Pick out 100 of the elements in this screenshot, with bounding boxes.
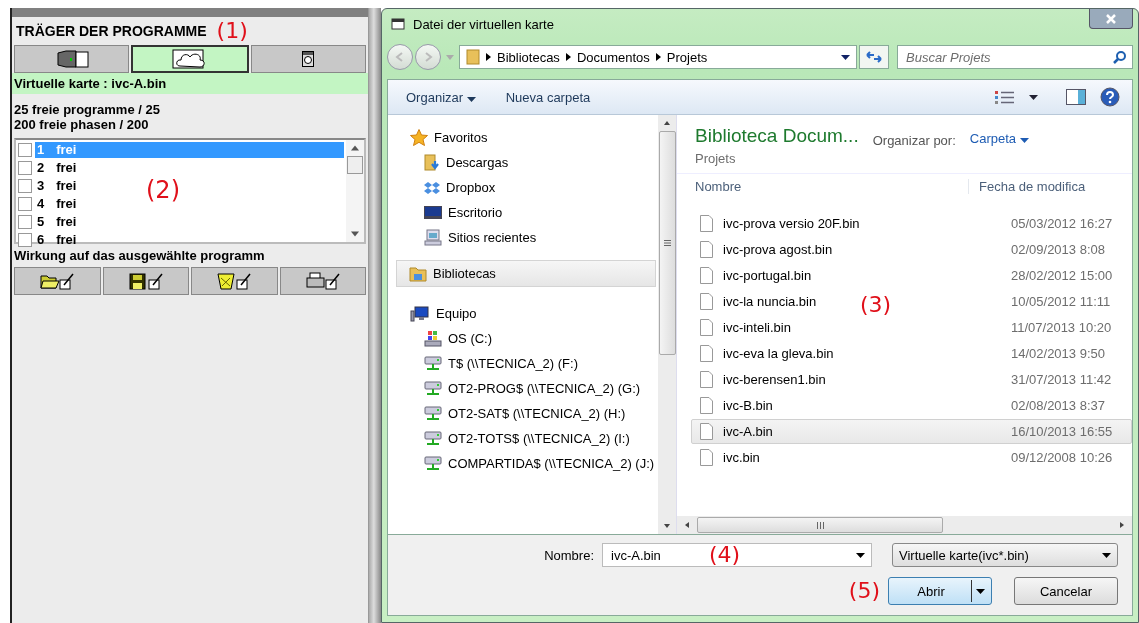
carrier-tab[interactable]: [14, 45, 130, 73]
scroll-thumb[interactable]: [347, 156, 363, 174]
dropdown-arrow-icon: [1102, 552, 1111, 558]
nav-item[interactable]: Descargas: [388, 150, 658, 175]
file-name[interactable]: ivc-prova versio 20F.bin: [723, 216, 860, 231]
file-name[interactable]: ivc.bin: [723, 450, 760, 465]
organize-menu-button[interactable]: Organizar: [398, 87, 484, 107]
program-item[interactable]: 3 frei: [35, 178, 79, 194]
network-drive-icon: [424, 430, 442, 447]
download-folder-icon: [424, 154, 440, 171]
breadcrumb-item[interactable]: Documentos: [576, 49, 650, 65]
program-item[interactable]: 6 frei: [35, 232, 79, 248]
close-icon: [1105, 13, 1117, 24]
nav-group-item[interactable]: Bibliotecas: [396, 260, 656, 287]
scrollbar[interactable]: [677, 516, 1132, 534]
save-program-button[interactable]: [102, 267, 189, 295]
file-icon: [700, 215, 713, 232]
file-date: 02/08/2013 8:37: [1011, 398, 1106, 413]
file-icon: [700, 423, 713, 440]
carrier-tab[interactable]: [250, 45, 366, 73]
file-name[interactable]: ivc-portugal.bin: [723, 268, 812, 283]
annotation-number: (5): [848, 580, 880, 602]
dropdown-arrow-icon: [856, 552, 865, 558]
file-name-field[interactable]: ivc-A.bin (4): [602, 543, 872, 567]
grip-icon: [816, 521, 824, 529]
nav-item[interactable]: Escritorio: [388, 200, 658, 225]
network-drive-icon: [424, 405, 442, 422]
refresh-button[interactable]: [859, 45, 889, 69]
file-icon: [700, 267, 713, 284]
file-type-dropdown[interactable]: Virtuelle karte(ivc*.bin): [892, 543, 1118, 567]
checkbox[interactable]: [18, 179, 32, 193]
file-icon: [700, 345, 713, 362]
washing-machine-icon: [302, 51, 315, 67]
library-subtitle: Projets: [695, 151, 737, 166]
file-name[interactable]: ivc-inteli.bin: [723, 320, 791, 335]
address-bar[interactable]: Bibliotecas Documentos Projets: [459, 45, 857, 69]
print-program-button[interactable]: [279, 267, 366, 295]
file-name[interactable]: ivc-prova agost.bin: [723, 242, 833, 257]
column-header[interactable]: Fecha de modifica: [969, 178, 1086, 194]
grip-icon: [663, 240, 671, 246]
checkbox[interactable]: [18, 161, 32, 175]
file-icon: [700, 449, 713, 466]
checkbox[interactable]: [18, 197, 32, 211]
open-program-button[interactable]: [14, 267, 101, 295]
file-name[interactable]: ivc-A.bin: [723, 424, 773, 439]
nav-group-item[interactable]: Favoritos: [388, 125, 658, 150]
delete-program-button[interactable]: [191, 267, 278, 295]
nav-item[interactable]: Dropbox: [388, 175, 658, 200]
program-item[interactable]: 5 frei: [35, 214, 79, 230]
new-folder-button[interactable]: Nueva carpeta: [497, 87, 599, 107]
nav-item[interactable]: OT2-SAT$ (\\TECNICA_2) (H:): [388, 401, 658, 426]
panel-title: TRÄGER DER PROGRAMME: [16, 23, 207, 39]
search-field[interactable]: Buscar Projets: [897, 45, 1133, 69]
dropdown-arrow-icon[interactable]: [1029, 94, 1038, 100]
nav-item[interactable]: COMPARTIDA$ (\\TECNICA_2) (J:): [388, 451, 658, 476]
file-name[interactable]: ivc-eva la gleva.bin: [723, 346, 834, 361]
file-name[interactable]: ivc-B.bin: [723, 398, 773, 413]
file-date: 10/05/2012 11:11: [1011, 294, 1112, 309]
nav-item[interactable]: OT2-PROG$ (\\TECNICA_2) (G:): [388, 376, 658, 401]
view-list-icon[interactable]: [995, 90, 1015, 104]
breadcrumb-item[interactable]: Projets: [666, 49, 708, 65]
checkbox[interactable]: [18, 233, 32, 247]
checkbox[interactable]: [18, 143, 32, 157]
program-item[interactable]: 4 frei: [35, 196, 79, 212]
scrollbar[interactable]: [658, 115, 676, 534]
printer-icon: [305, 272, 340, 290]
arrange-by-label: Organizar por:: [872, 133, 956, 148]
window-icon: [391, 18, 405, 30]
program-item[interactable]: 2 frei: [35, 160, 79, 176]
arrange-by-dropdown[interactable]: Carpeta: [969, 131, 1029, 146]
file-date: 28/02/2012 15:00: [1011, 268, 1114, 283]
carrier-tab[interactable]: [131, 45, 249, 73]
network-drive-icon: [424, 455, 442, 472]
nav-group-item[interactable]: Equipo: [388, 301, 658, 326]
file-name[interactable]: ivc-la nuncia.bin: [723, 294, 817, 309]
refresh-arrows-icon: [866, 51, 882, 63]
annotation-number: (3): [860, 294, 892, 316]
cancel-button[interactable]: Cancelar: [1014, 577, 1118, 605]
checkbox[interactable]: [18, 215, 32, 229]
breadcrumb-item[interactable]: Bibliotecas: [497, 49, 560, 65]
nav-item[interactable]: OS (C:): [388, 326, 658, 351]
nav-item[interactable]: Sitios recientes: [388, 225, 658, 250]
scrollbar[interactable]: [346, 140, 364, 242]
library-folder-icon: [409, 265, 427, 282]
search-input[interactable]: Buscar Projets: [904, 48, 1113, 66]
nav-item[interactable]: T$ (\\TECNICA_2) (F:): [388, 351, 658, 376]
file-icon: [700, 319, 713, 336]
dropdown-arrow-icon: [446, 54, 454, 60]
chevron-icon: [565, 53, 571, 61]
column-header[interactable]: Nombre: [677, 178, 969, 194]
selected-file-row[interactable]: ivc-A.bin 16/10/2013 16:55: [691, 419, 1132, 444]
file-name-input[interactable]: ivc-A.bin: [609, 546, 703, 564]
help-icon[interactable]: [1100, 87, 1120, 107]
chevron-icon: [486, 53, 491, 61]
close-button[interactable]: [1089, 9, 1133, 29]
open-button[interactable]: Abrir: [888, 577, 992, 605]
nav-item[interactable]: OT2-TOTS$ (\\TECNICA_2) (I:): [388, 426, 658, 451]
preview-pane-icon[interactable]: [1066, 89, 1086, 105]
file-name[interactable]: ivc-berensen1.bin: [723, 372, 826, 387]
cloud-card-icon: [172, 48, 208, 70]
